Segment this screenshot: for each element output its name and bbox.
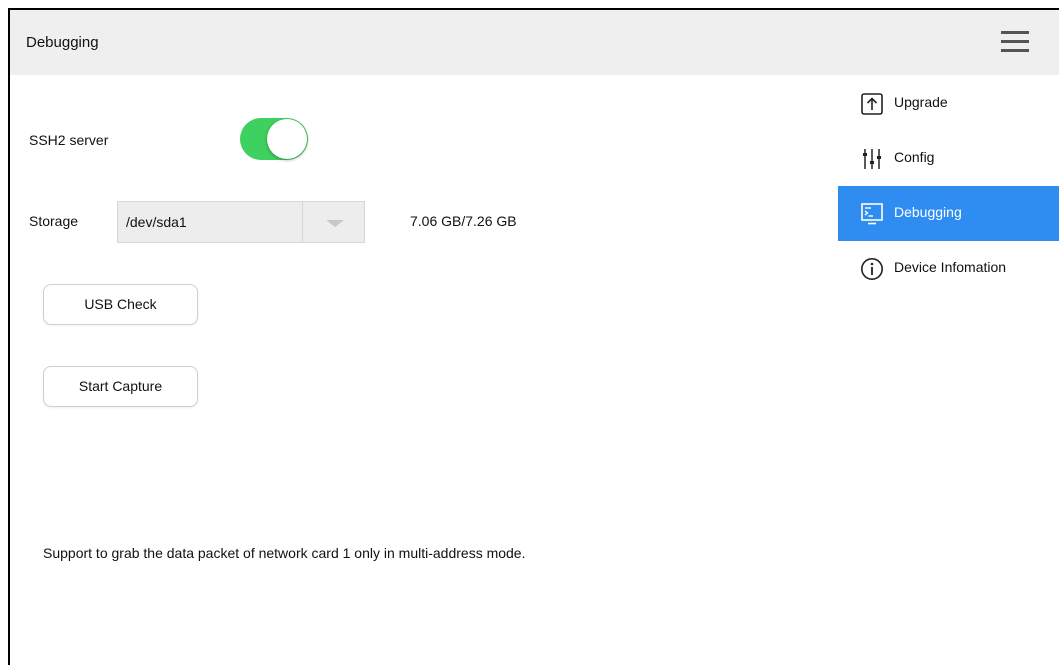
hamburger-menu-icon[interactable] [1001,29,1031,55]
sidebar-item-label: Device Infomation [894,259,1007,275]
start-capture-button[interactable]: Start Capture [43,366,198,407]
terminal-monitor-icon [861,203,883,225]
usb-check-button[interactable]: USB Check [43,284,198,325]
sidebar-item-config[interactable]: Config [838,131,1059,186]
storage-select[interactable]: /dev/sda1 [117,201,365,243]
ssh2-server-toggle[interactable] [240,118,308,160]
ssh2-server-label: SSH2 server [29,132,109,148]
app-frame: Debugging SSH2 server Storage /dev/sda1 … [8,8,1059,665]
sidebar-item-label: Debugging [894,204,962,220]
storage-select-value: /dev/sda1 [126,214,187,230]
toggle-knob [267,119,307,159]
info-icon [861,258,883,280]
sidebar-item-label: Config [894,149,935,165]
sidebar-item-label: Upgrade [894,94,948,110]
sidebar-item-debugging[interactable]: Debugging [838,186,1059,241]
select-divider [302,202,303,242]
capture-note: Support to grab the data packet of netwo… [43,545,526,561]
sidebar-item-upgrade[interactable]: Upgrade [838,76,1059,131]
page-title: Debugging [26,34,99,51]
upgrade-arrow-icon [861,93,883,115]
sliders-icon [863,149,881,169]
storage-label: Storage [29,213,79,229]
sidebar-item-device-information[interactable]: Device Infomation [838,241,1059,296]
storage-usage: 7.06 GB/7.26 GB [410,213,517,229]
header-bar: Debugging [10,10,1059,75]
chevron-down-icon[interactable] [326,220,344,227]
